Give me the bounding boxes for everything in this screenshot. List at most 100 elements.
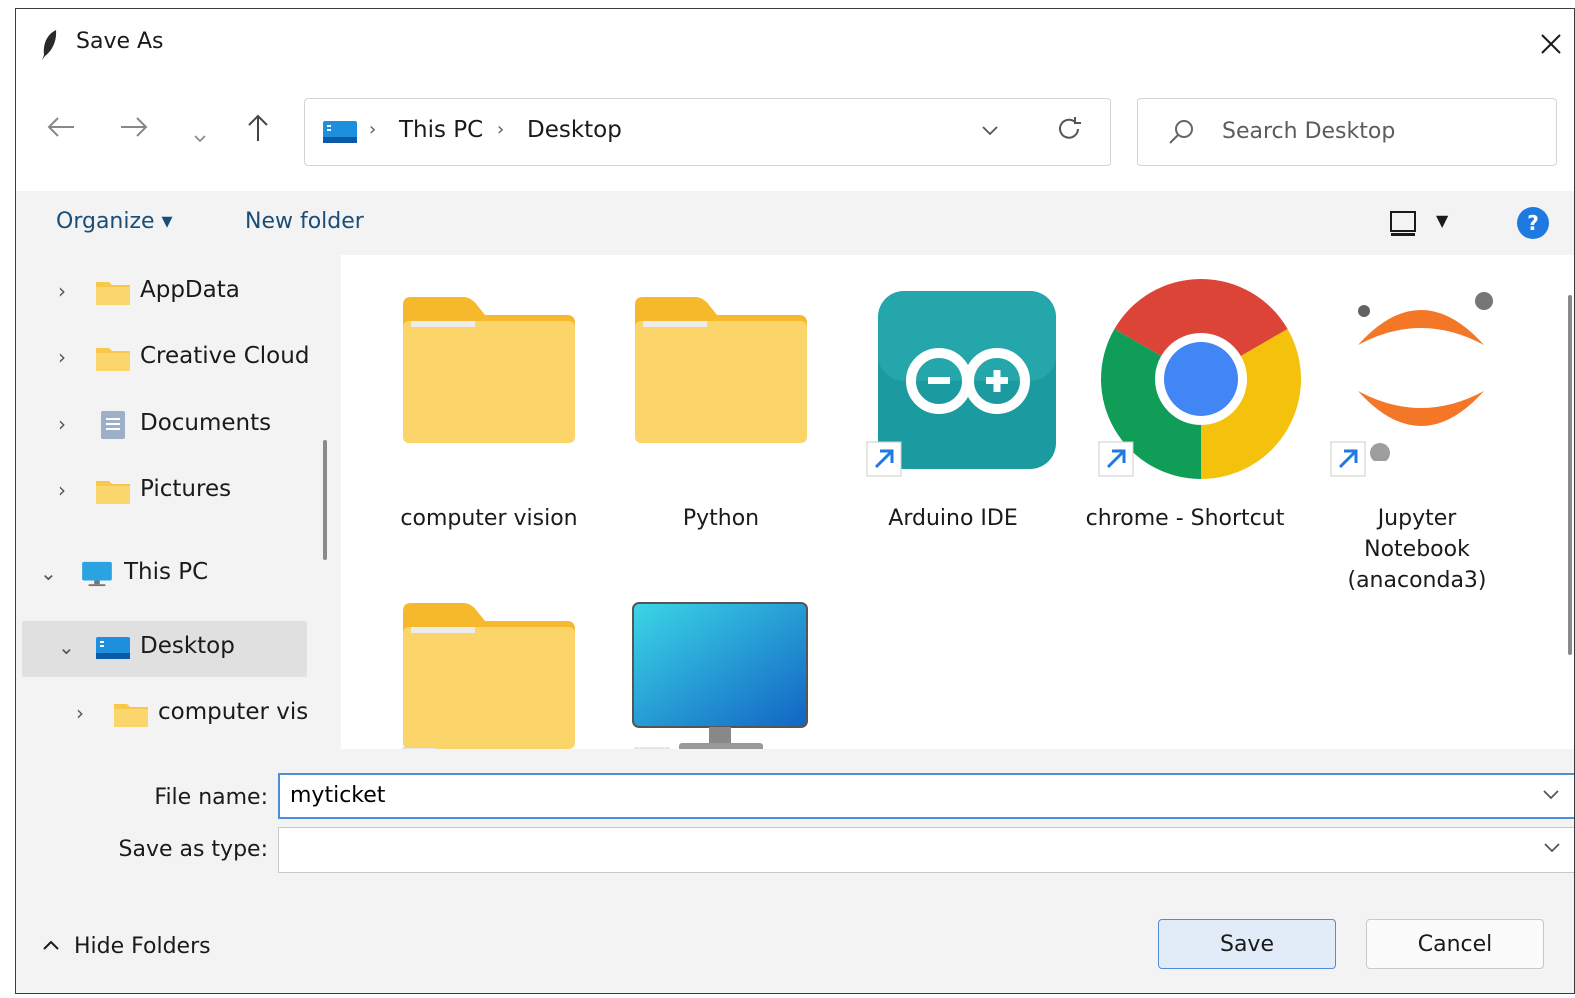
dialog-footer: File name: Save as type: Hide Folders Sa… xyxy=(16,749,1574,993)
close-icon xyxy=(1541,34,1561,54)
chevron-right-icon[interactable]: › xyxy=(58,478,66,502)
jupyter-icon xyxy=(1358,292,1493,461)
shortcut-arrow-icon xyxy=(866,441,902,477)
up-button[interactable] xyxy=(240,113,276,150)
back-button[interactable] xyxy=(43,115,79,146)
folder-icon xyxy=(96,481,130,504)
chevron-down-icon xyxy=(1544,843,1560,853)
file-item-python[interactable]: Python xyxy=(610,285,832,585)
document-icon xyxy=(101,411,125,439)
folder-icon xyxy=(96,348,130,371)
chevron-down-icon xyxy=(194,135,206,143)
command-bar: Organize ▾ New folder ▼ ? xyxy=(16,191,1574,255)
save-as-type-select[interactable] xyxy=(278,827,1574,873)
file-item-this-pc-shortcut[interactable] xyxy=(610,591,832,749)
chevron-down-icon[interactable]: ⌄ xyxy=(58,635,75,659)
folder-icon xyxy=(114,704,148,727)
arrow-up-icon xyxy=(248,114,268,141)
sidebar-scrollbar[interactable] xyxy=(323,440,327,560)
recent-locations-button[interactable] xyxy=(182,121,218,151)
file-item-folder-shortcut[interactable] xyxy=(378,591,600,749)
sidebar-item-label: computer visi xyxy=(158,699,308,725)
sidebar-item-pictures[interactable]: › Pictures xyxy=(22,464,307,520)
item-label: computer vision xyxy=(400,506,578,531)
chevron-down-icon xyxy=(1543,790,1559,800)
sidebar-item-label: Pictures xyxy=(140,476,232,502)
chevron-right-icon[interactable]: › xyxy=(58,412,66,436)
file-item-computer-vision[interactable]: computer vision xyxy=(378,285,600,585)
refresh-icon xyxy=(1059,117,1081,139)
sidebar-item-appdata[interactable]: › AppData xyxy=(22,265,307,321)
search-placeholder: Search Desktop xyxy=(1222,119,1396,144)
folder-icon xyxy=(403,603,575,749)
chevron-right-icon[interactable]: › xyxy=(58,279,66,303)
computer-icon xyxy=(82,561,112,587)
arrow-left-icon xyxy=(47,117,74,137)
folder-icon xyxy=(96,282,130,305)
sidebar-item-label: AppData xyxy=(140,277,240,303)
feather-icon xyxy=(42,30,57,60)
save-button[interactable]: Save xyxy=(1158,919,1336,969)
chevron-right-icon[interactable]: › xyxy=(58,345,66,369)
folder-icon xyxy=(403,297,575,443)
chevron-right-icon[interactable]: › xyxy=(76,701,84,725)
window-title: Save As xyxy=(76,29,164,54)
file-item-jupyter-notebook[interactable]: Jupyter Notebook (anaconda3) xyxy=(1306,285,1528,605)
search-icon xyxy=(1169,120,1193,144)
item-label: Python xyxy=(682,506,760,531)
hide-folders-label: Hide Folders xyxy=(74,934,211,959)
sidebar-item-documents[interactable]: › Documents xyxy=(22,398,307,454)
save-as-dialog: Save As › This PC › Desktop Search Deskt… xyxy=(15,8,1575,994)
content-scrollbar[interactable] xyxy=(1568,295,1572,655)
file-name-label: File name: xyxy=(154,785,268,810)
view-dropdown-button[interactable]: ▼ xyxy=(1436,211,1448,230)
title-bar: Save As xyxy=(16,9,1574,79)
arrow-right-icon xyxy=(121,117,148,137)
desktop-icon xyxy=(323,121,357,143)
sidebar-item-this-pc[interactable]: ⌄ This PC xyxy=(22,547,307,603)
address-dropdown-button[interactable] xyxy=(981,121,999,142)
monitor-icon xyxy=(632,602,808,749)
new-folder-button[interactable]: New folder xyxy=(245,209,364,234)
sidebar-item-label: Desktop xyxy=(140,633,235,659)
file-list: computer vision Python Arduino IDE chrom… xyxy=(344,255,1574,749)
sidebar-item-label: Creative Cloud xyxy=(140,343,310,369)
address-bar[interactable]: › This PC › Desktop xyxy=(304,98,1111,166)
help-icon[interactable]: ? xyxy=(1517,207,1549,239)
chevron-up-icon xyxy=(43,940,59,950)
file-name-dropdown-button[interactable] xyxy=(1542,785,1560,806)
hide-folders-button[interactable]: Hide Folders xyxy=(42,934,211,959)
save-as-type-label: Save as type: xyxy=(118,837,269,862)
shortcut-arrow-icon xyxy=(1098,441,1134,477)
item-label: chrome - Shortcut xyxy=(1085,506,1285,531)
refresh-button[interactable] xyxy=(1055,115,1083,150)
organize-button[interactable]: Organize ▾ xyxy=(56,209,173,234)
desktop-icon xyxy=(96,637,130,659)
sidebar-item-desktop[interactable]: ⌄ Desktop xyxy=(22,621,307,677)
sidebar-item-computer-vision[interactable]: › computer visi xyxy=(22,687,308,743)
breadcrumb-desktop[interactable]: Desktop xyxy=(527,117,622,143)
view-options-icon[interactable] xyxy=(1388,209,1418,237)
file-name-field[interactable] xyxy=(278,773,1574,819)
folder-icon xyxy=(635,297,807,443)
save-as-type-dropdown-button[interactable] xyxy=(1543,838,1561,859)
item-label: Arduino IDE xyxy=(888,506,1018,531)
shortcut-arrow-icon xyxy=(1330,441,1366,477)
search-box[interactable]: Search Desktop xyxy=(1137,98,1557,166)
close-button[interactable] xyxy=(1528,21,1574,67)
breadcrumb-this-pc[interactable]: This PC xyxy=(399,117,483,143)
navigation-pane: › AppData › Creative Cloud › Documents ›… xyxy=(16,255,341,749)
forward-button[interactable] xyxy=(116,115,152,146)
sidebar-item-label: This PC xyxy=(124,559,209,585)
breadcrumb-separator: › xyxy=(369,119,377,140)
cancel-button[interactable]: Cancel xyxy=(1366,919,1544,969)
breadcrumb-separator: › xyxy=(497,119,505,140)
sidebar-item-creative-cloud[interactable]: › Creative Cloud xyxy=(22,331,310,387)
chevron-down-icon[interactable]: ⌄ xyxy=(40,561,57,585)
file-name-input[interactable] xyxy=(290,783,1490,808)
item-label: Jupyter Notebook (anaconda3) xyxy=(1347,506,1487,593)
chevron-down-icon xyxy=(982,126,998,136)
file-item-chrome-shortcut[interactable]: chrome - Shortcut xyxy=(1074,279,1301,585)
file-item-arduino-ide[interactable]: Arduino IDE xyxy=(842,285,1064,585)
sidebar-item-label: Documents xyxy=(140,410,272,436)
